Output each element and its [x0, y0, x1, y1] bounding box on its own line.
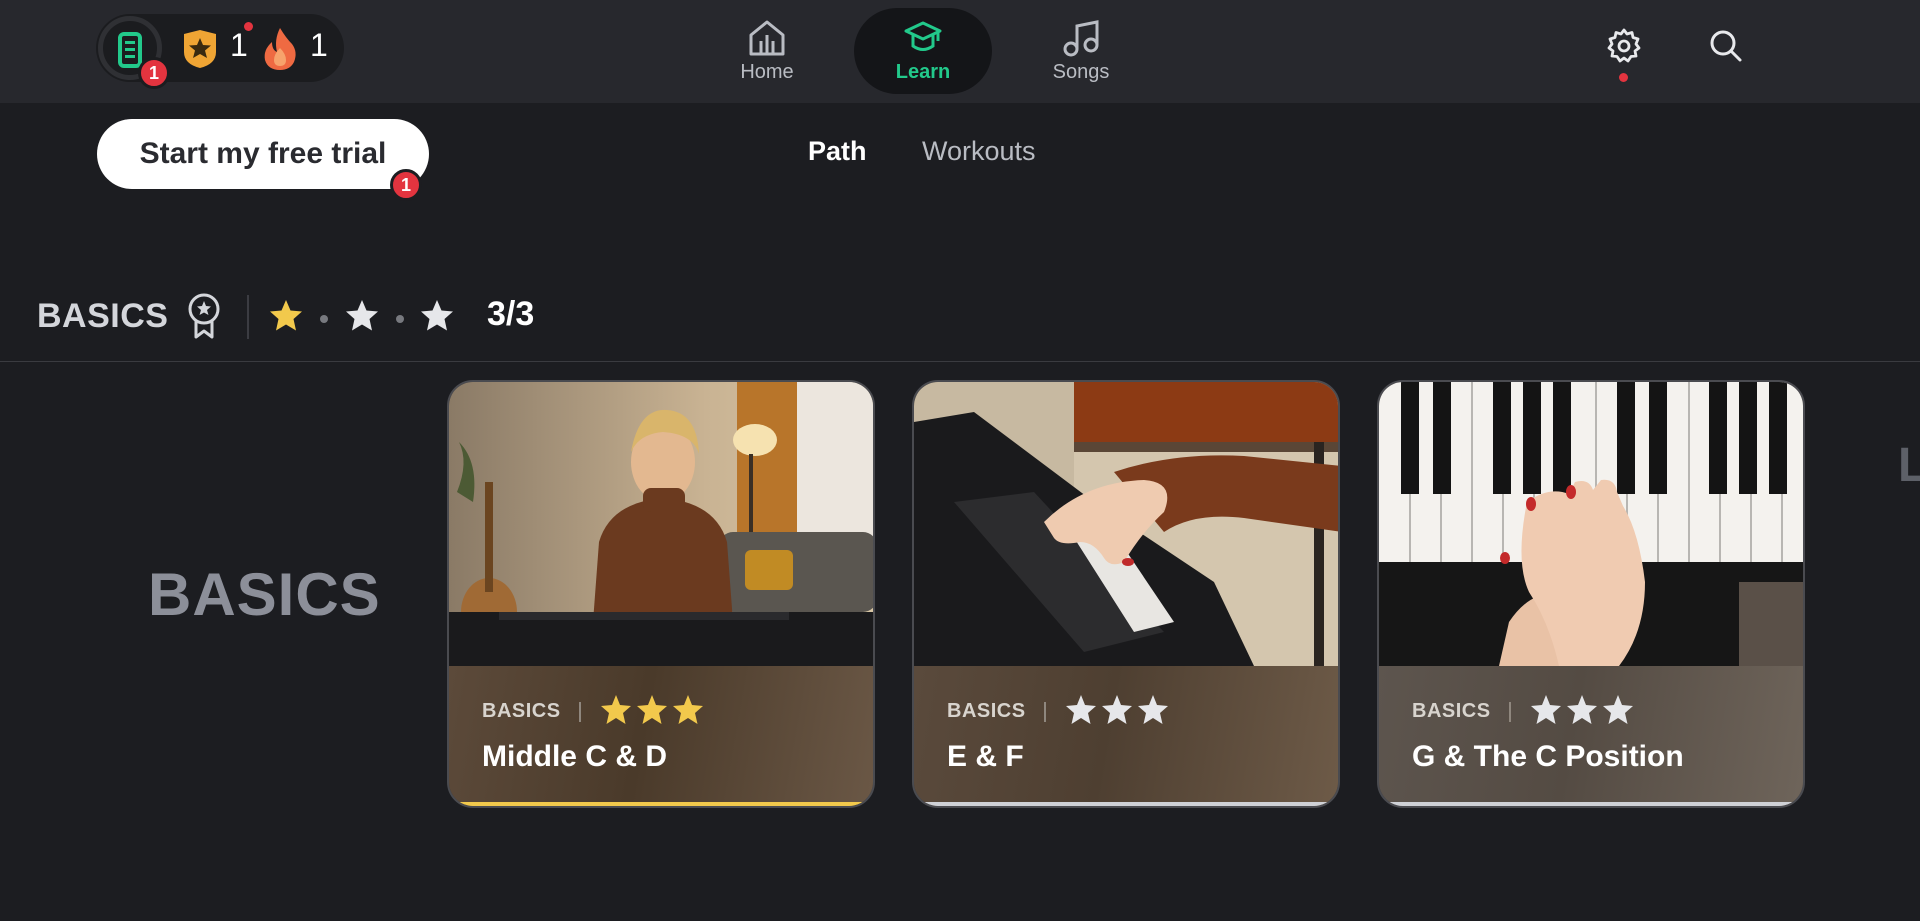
- section-progress-count: 3/3: [487, 295, 535, 333]
- home-icon: [749, 20, 785, 55]
- nav-home-label: Home: [740, 60, 794, 83]
- card-progress-bar: [914, 802, 1338, 806]
- card-title: G & The C Position: [1412, 740, 1684, 773]
- start-free-trial-button[interactable]: Start my free trial: [97, 119, 429, 189]
- level-title: BASICS: [148, 561, 381, 628]
- flame-icon: [264, 28, 296, 70]
- stars-rating-icon: [1066, 695, 1168, 724]
- card-progress-bar: [449, 802, 873, 806]
- notification-dot: [244, 22, 253, 31]
- card-title: Middle C & D: [482, 740, 667, 773]
- section-divider: [247, 295, 249, 339]
- graduation-cap-icon: [904, 21, 942, 51]
- stars-rating-icon: [601, 695, 703, 724]
- card-info: BASICS Middle C & D: [449, 666, 873, 806]
- top-bar: 1 1 1 Home Learn Songs: [0, 0, 1920, 103]
- star-separator: [320, 315, 328, 323]
- card-category: BASICS: [1412, 700, 1491, 722]
- star-earned-icon: [270, 300, 302, 331]
- next-section-title-partial: L: [1898, 439, 1920, 492]
- star-icon: [421, 300, 453, 331]
- lesson-card[interactable]: BASICS E & F: [912, 380, 1340, 808]
- card-info: BASICS E & F: [914, 666, 1338, 806]
- level-icon: [118, 32, 142, 68]
- music-note-icon: [1063, 19, 1099, 56]
- lesson-card[interactable]: BASICS G & The C Position: [1377, 380, 1805, 808]
- stars-count: 1: [230, 27, 248, 63]
- stats-pill[interactable]: 1 1 1: [96, 14, 344, 89]
- card-separator: [579, 702, 581, 722]
- card-info: BASICS G & The C Position: [1379, 666, 1803, 806]
- nav-songs-label: Songs: [1052, 60, 1110, 83]
- streak-count: 1: [310, 27, 328, 63]
- search-button[interactable]: [1706, 26, 1746, 66]
- hand-on-piano-keys-image: [914, 382, 1338, 666]
- card-separator: [1509, 702, 1511, 722]
- card-progress-bar: [1379, 802, 1803, 806]
- lesson-card[interactable]: BASICS Middle C & D: [447, 380, 875, 808]
- star-shield-icon: [184, 30, 216, 68]
- card-category: BASICS: [482, 700, 561, 722]
- card-category: BASICS: [947, 700, 1026, 722]
- stars-rating-icon: [1531, 695, 1633, 724]
- star-separator: [396, 315, 404, 323]
- tab-workouts[interactable]: Workouts: [922, 136, 1036, 167]
- nav-home[interactable]: Home: [716, 8, 818, 94]
- teacher-at-piano-image: [449, 382, 873, 666]
- section-header: BASICS 3/3: [0, 280, 1920, 362]
- hands-on-keyboard-top-view-image: [1379, 382, 1803, 666]
- settings-button[interactable]: [1604, 26, 1644, 66]
- gear-icon: [1607, 28, 1641, 63]
- award-ribbon-icon: [188, 293, 220, 339]
- section-rule: [0, 361, 1920, 362]
- nav-songs[interactable]: Songs: [1030, 8, 1132, 94]
- progress-badge: 1: [138, 57, 170, 89]
- nav-learn-label: Learn: [895, 60, 951, 83]
- tab-path[interactable]: Path: [808, 136, 867, 167]
- section-title: BASICS: [37, 297, 169, 335]
- settings-notification-dot: [1619, 73, 1628, 82]
- card-title: E & F: [947, 740, 1024, 773]
- star-icon: [346, 300, 378, 331]
- trial-badge: 1: [390, 169, 422, 201]
- card-separator: [1044, 702, 1046, 722]
- search-icon: [1710, 30, 1742, 62]
- nav-learn[interactable]: Learn: [854, 8, 992, 94]
